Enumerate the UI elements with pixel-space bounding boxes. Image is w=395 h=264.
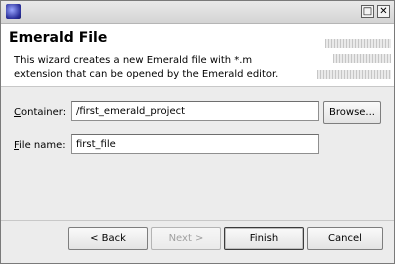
maximize-button[interactable]: □ xyxy=(361,5,374,18)
browse-button[interactable]: Browse... xyxy=(323,101,381,124)
title-bar[interactable]: □ ✕ xyxy=(1,1,394,24)
button-bar-separator xyxy=(1,220,394,221)
cancel-button[interactable]: Cancel xyxy=(307,227,383,250)
container-label: Container: xyxy=(14,107,67,118)
wizard-window: □ ✕ Emerald File This wizard creates a n… xyxy=(0,0,395,264)
wizard-title: Emerald File xyxy=(9,30,108,46)
close-icon: ✕ xyxy=(379,6,388,17)
wizard-banner-graphic xyxy=(317,36,391,82)
wizard-banner: Emerald File This wizard creates a new E… xyxy=(1,24,394,87)
close-button[interactable]: ✕ xyxy=(377,5,390,18)
file-name-input[interactable] xyxy=(71,134,319,154)
container-input[interactable] xyxy=(71,101,319,121)
back-button[interactable]: < Back xyxy=(68,227,148,250)
wizard-description: This wizard creates a new Emerald file w… xyxy=(14,55,279,80)
maximize-icon: □ xyxy=(362,6,373,17)
file-name-label: File name: xyxy=(14,140,66,151)
finish-button[interactable]: Finish xyxy=(224,227,304,250)
next-button: Next > xyxy=(151,227,221,250)
app-icon xyxy=(6,4,21,19)
